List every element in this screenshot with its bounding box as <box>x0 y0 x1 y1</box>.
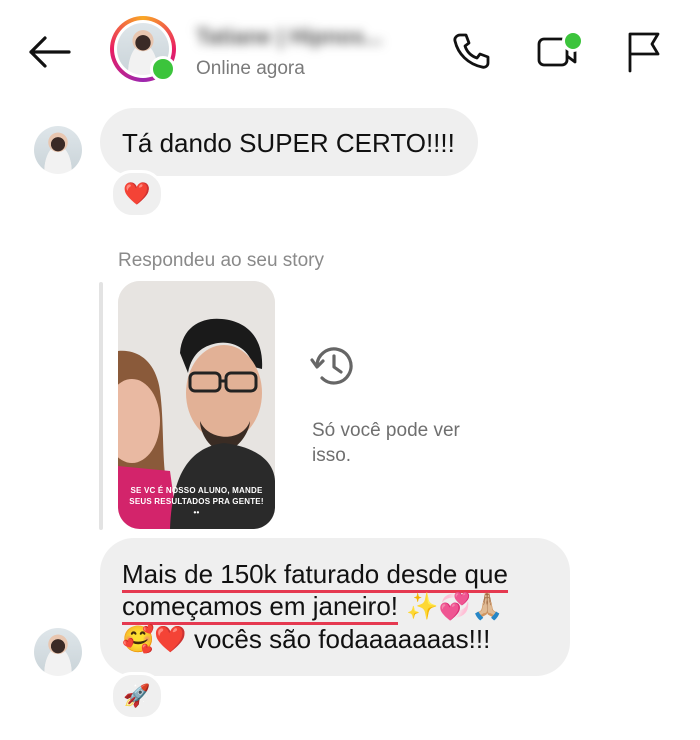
online-status: Online agora <box>196 58 305 79</box>
message-text: Mais de 150k faturado desde que começamo… <box>122 558 562 656</box>
story-thumbnail[interactable]: SE VC É NOSSO ALUNO, MANDE SEUS RESULTAD… <box>118 281 275 529</box>
message-bubble[interactable]: Tá dando SUPER CERTO!!!! <box>100 108 478 176</box>
rocket-reaction-icon: 🚀 <box>123 683 151 709</box>
back-button[interactable] <box>24 30 74 74</box>
reply-quote-bar <box>99 282 103 530</box>
sender-avatar[interactable] <box>34 628 82 676</box>
report-button[interactable] <box>620 28 666 74</box>
phone-icon <box>453 33 490 69</box>
call-button[interactable] <box>448 28 494 74</box>
message-bubble[interactable]: Mais de 150k faturado desde que começamo… <box>100 538 570 676</box>
sparkles-hearts-pray-emoji: ✨💞🙏🏼 <box>398 592 504 622</box>
underlined-text: Mais de 150k faturado desde que <box>122 559 508 593</box>
heart-reaction-icon: ❤️ <box>123 181 151 207</box>
reaction-badge[interactable]: 🚀 <box>110 672 164 720</box>
reaction-badge[interactable]: ❤️ <box>110 170 164 218</box>
flag-icon <box>628 32 660 73</box>
underlined-text: começamos em janeiro! <box>122 591 398 625</box>
message-line-text: vocês são fodaaaaaaas!!! <box>186 624 491 654</box>
message-text: Tá dando SUPER CERTO!!!! <box>122 128 455 158</box>
visibility-notice: Só você pode ver isso. <box>312 420 460 466</box>
arrow-left-icon <box>29 36 71 68</box>
history-icon <box>310 344 356 388</box>
story-caption: SE VC É NOSSO ALUNO, MANDE SEUS RESULTAD… <box>129 486 264 517</box>
sender-avatar[interactable] <box>34 126 82 174</box>
video-active-indicator <box>562 30 584 52</box>
online-indicator <box>150 56 176 82</box>
story-reply-label: Respondeu ao seu story <box>118 250 324 271</box>
contact-name[interactable]: Tatiane | Hipnos... <box>196 24 406 52</box>
smiling-hearts-emoji: 🥰❤️ <box>122 625 187 655</box>
